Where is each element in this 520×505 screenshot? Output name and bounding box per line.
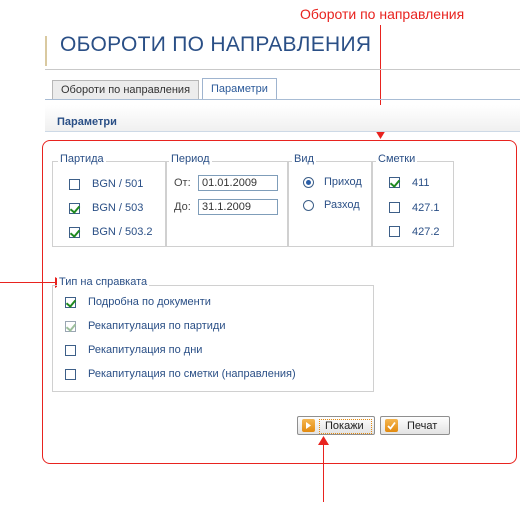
partida-checkbox-501[interactable] [69,179,80,190]
smetki-legend: Сметки [376,153,418,165]
vid-label-income: Приход [324,176,362,188]
header-accent [45,36,47,66]
smetki-label-411: 411 [412,177,430,189]
vid-radio-expense[interactable] [303,200,314,211]
partida-checkbox-503[interactable] [69,203,80,214]
report-checkbox-detailed[interactable] [65,297,76,308]
period-from-input[interactable]: 01.01.2009 [198,175,278,191]
partida-checkbox-503-2[interactable] [69,227,80,238]
period-to-input[interactable]: 31.1.2009 [198,199,278,215]
smetki-checkbox-427-1[interactable] [389,202,400,213]
section-title: Параметри [57,116,117,128]
partida-legend: Партида [58,153,106,165]
page-title: ОБОРОТИ ПО НАПРАВЛЕНИЯ [60,33,372,56]
show-button-label: Покажи [325,420,364,432]
vid-radio-income[interactable] [303,177,314,188]
report-label-by-batch: Рекапитулация по партиди [88,320,226,332]
report-checkbox-by-batch [65,321,76,332]
report-label-detailed: Подробна по документи [88,296,211,308]
period-from-label: От: [174,177,191,189]
smetki-checkbox-411[interactable] [389,177,400,188]
report-label-by-day: Рекапитулация по дни [88,344,203,356]
tab-divider [45,99,520,100]
period-legend: Период [169,153,212,165]
check-icon [385,419,398,432]
partida-label-503: BGN / 503 [92,202,144,214]
report-checkbox-by-day[interactable] [65,345,76,356]
arrow-right-icon [302,419,315,432]
callout-label: Обороти по направления [300,6,465,22]
print-button[interactable]: Печат [380,416,450,435]
smetki-checkbox-427-2[interactable] [389,226,400,237]
report-label-by-account: Рекапитулация по сметки (направления) [88,368,296,380]
report-type-legend: Тип на справката [57,276,150,288]
print-button-label: Печат [407,420,438,432]
smetki-label-427-2: 427.2 [412,226,440,238]
period-to-label: До: [174,201,191,213]
partida-label-503-2: BGN / 503.2 [92,226,153,238]
vid-label-expense: Разход [324,199,360,211]
report-checkbox-by-account[interactable] [65,369,76,380]
title-divider [45,69,520,70]
smetki-label-427-1: 427.1 [412,202,440,214]
vid-legend: Вид [292,153,316,165]
show-button[interactable]: Покажи [297,416,375,435]
partida-label-501: BGN / 501 [92,178,144,190]
tab-turnover[interactable]: Обороти по направления [52,80,200,99]
tab-parameters[interactable]: Параметри [202,78,277,100]
